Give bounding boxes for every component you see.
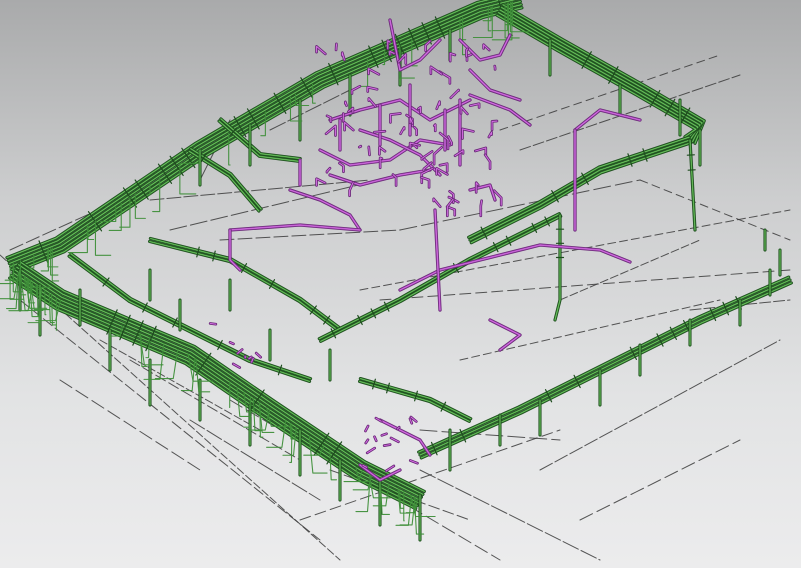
reference-line-21: [639, 179, 791, 241]
purple-pipe-15-highlight: [434, 209, 441, 311]
purple-pipe-3-outline: [468, 68, 522, 102]
branch-internal-2-pipe-2: [148, 240, 340, 333]
purple-front-detail-4-highlight: [385, 465, 395, 472]
purple-detail-68-highlight: [450, 89, 459, 99]
branch-internal-2-pipe-2-outline: [148, 239, 341, 333]
purple-detail-69-highlight: [433, 198, 441, 207]
branch-internal-2-pipe-2-highlight: [149, 241, 340, 332]
model-viewport[interactable]: [0, 0, 801, 568]
trunk-east-pipe-5: [496, 14, 697, 138]
trunk-north-pipe-2: [7, 0, 504, 262]
purple-pipe-17: [489, 319, 521, 351]
green-hanger-59: [403, 491, 405, 522]
reference-line-27: [579, 439, 741, 521]
reference-line-15: [59, 379, 201, 471]
purple-detail-53-outline: [483, 153, 492, 171]
purple-detail-19-outline: [432, 145, 443, 166]
purple-front-detail-5-highlight: [366, 447, 375, 454]
trunk-north-pipe-1: [6, 0, 491, 259]
reference-line-4: [419, 469, 601, 561]
purple-detail-16-outline: [490, 119, 499, 132]
trunk-north-pipe-3-outline: [7, 0, 520, 266]
main-duct-system-layer: [0, 0, 793, 542]
branch-mid-pipe-2: [319, 215, 562, 343]
reference-line-11: [219, 229, 401, 241]
purple-pipe-3-highlight: [469, 69, 521, 101]
purple-detail-47-highlight: [368, 98, 376, 107]
purple-pipe-3: [469, 69, 521, 101]
purple-detail-51-highlight: [368, 68, 380, 75]
piping-model-drawing: [0, 0, 793, 561]
branch-riser-2-pipe-1-highlight: [689, 139, 696, 231]
reference-line-19: [539, 339, 781, 471]
